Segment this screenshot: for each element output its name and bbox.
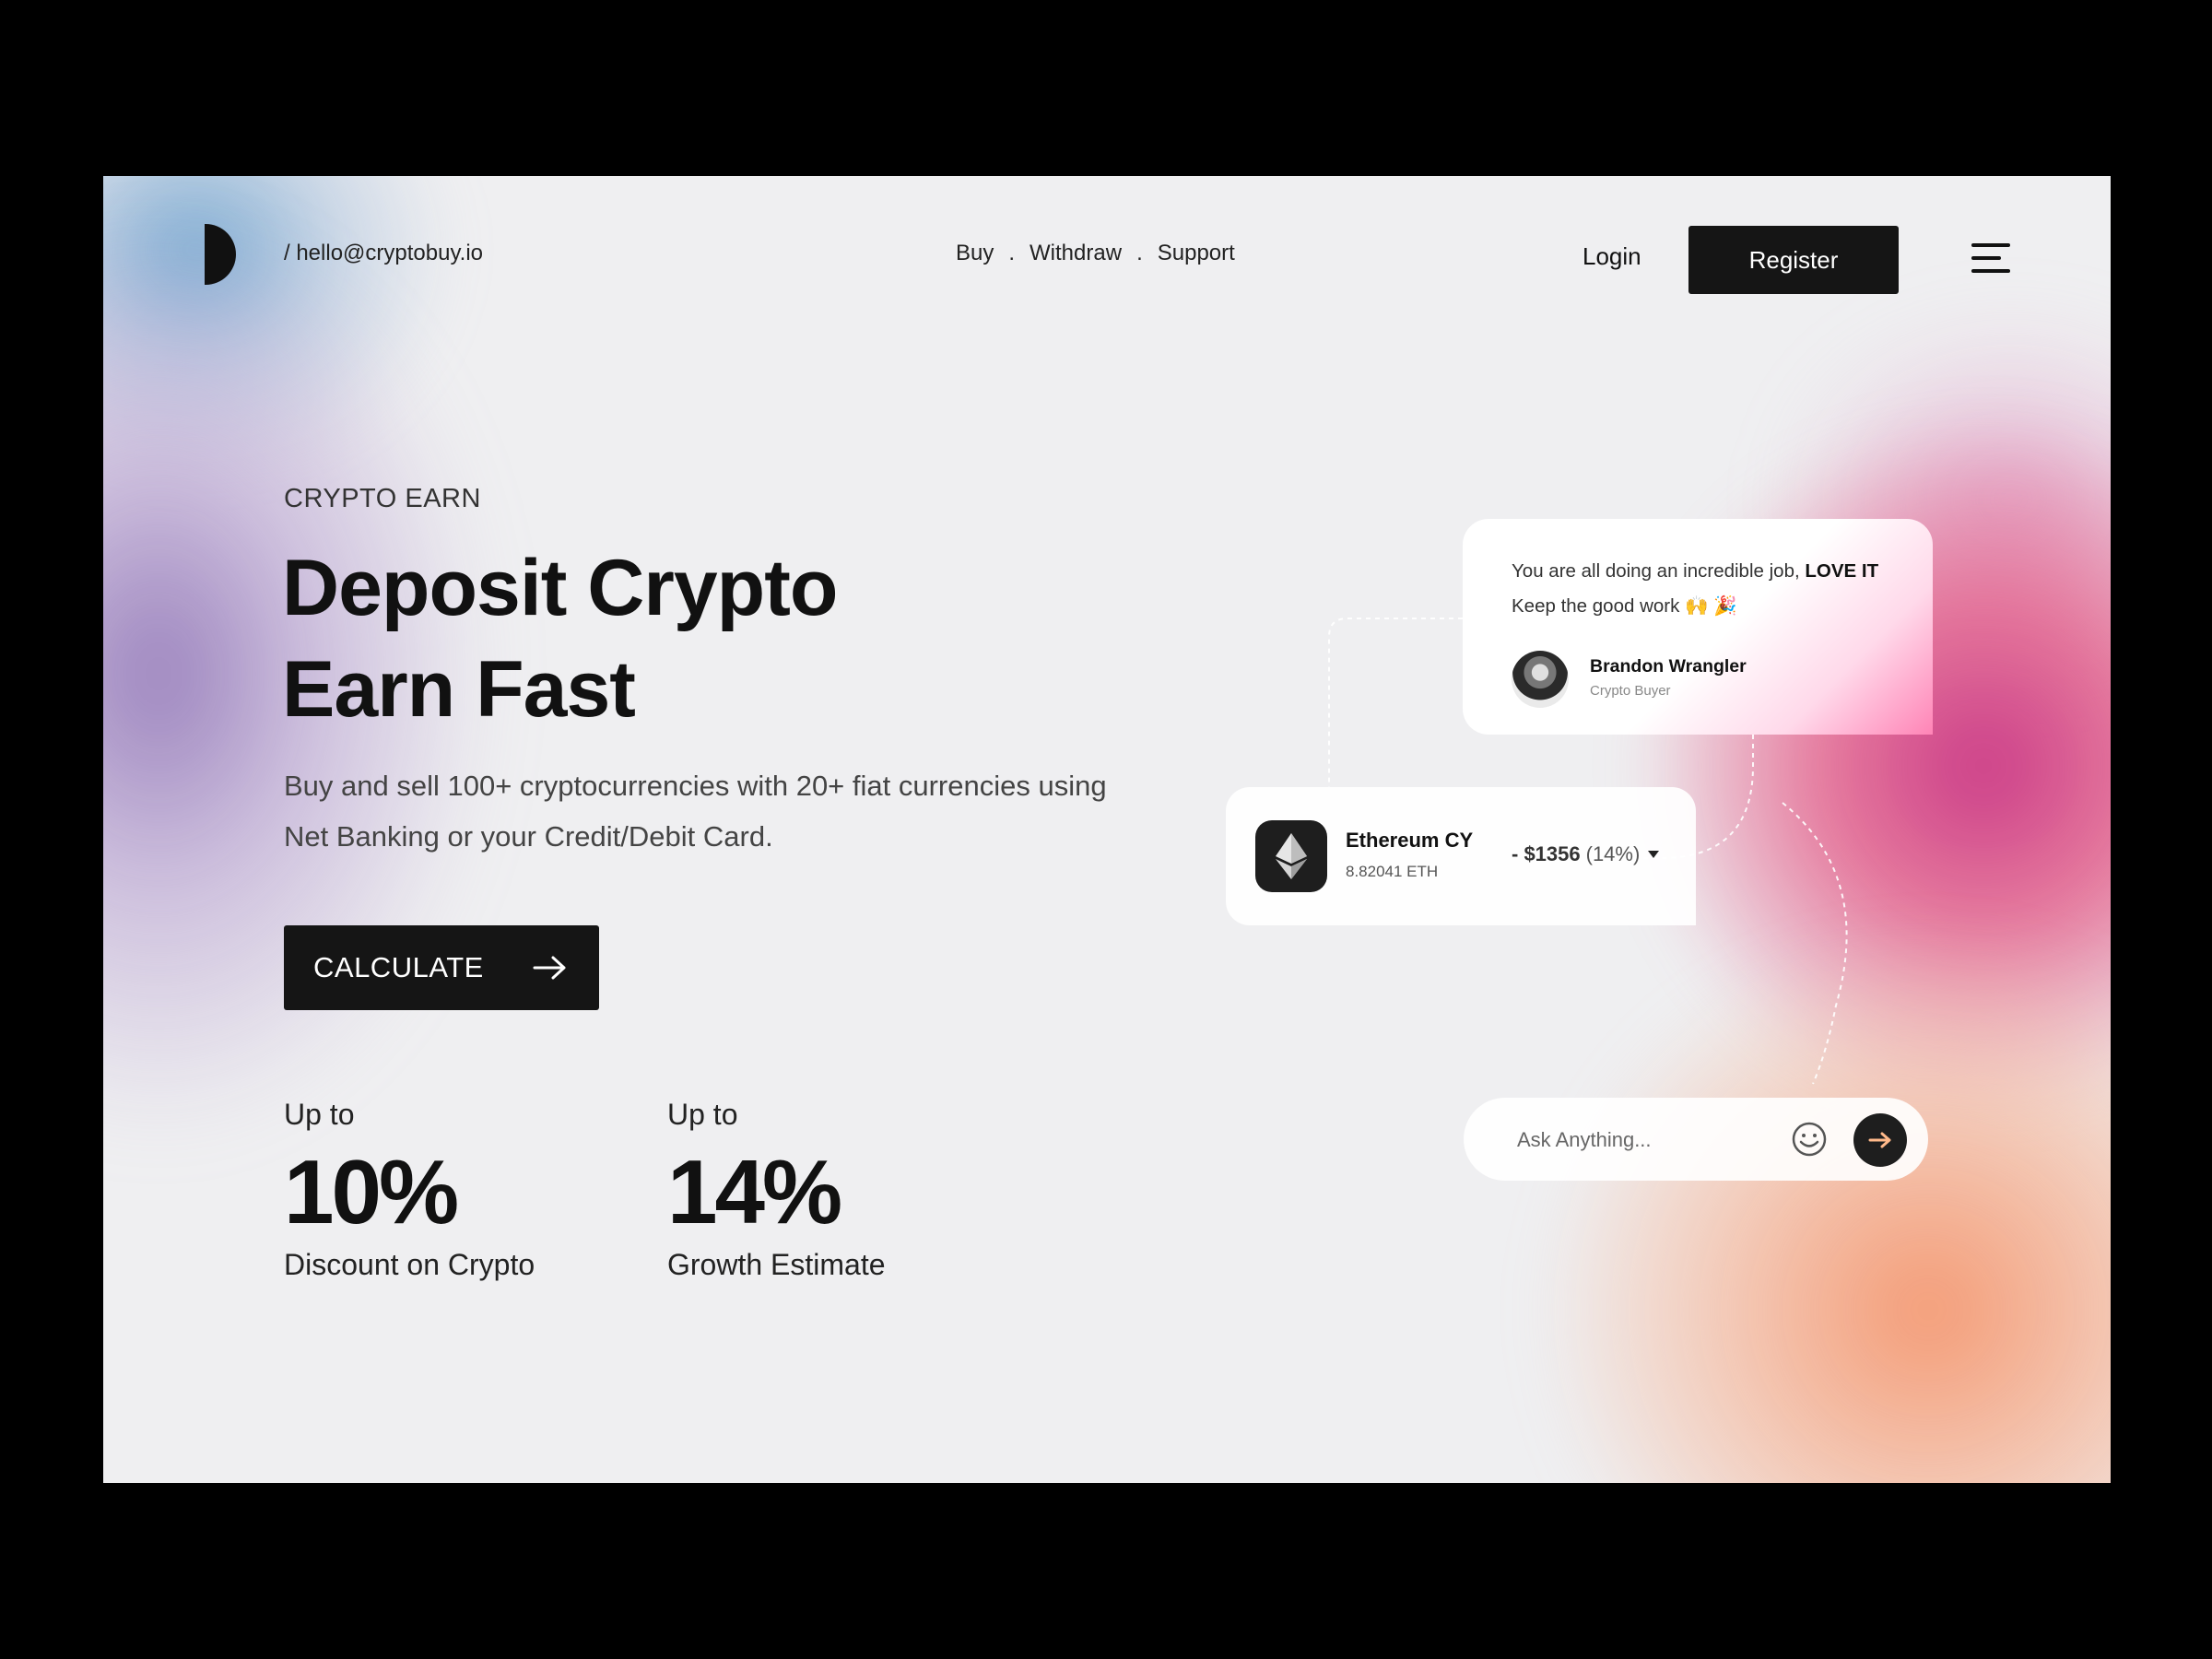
stat-prefix: Up to	[284, 1098, 355, 1131]
arrow-right-icon	[533, 956, 566, 980]
nav-item-support[interactable]: Support	[1158, 241, 1235, 266]
testimonial-card: You are all doing an incredible job, LOV…	[1463, 519, 1933, 735]
contact-email[interactable]: / hello@cryptobuy.io	[284, 241, 483, 266]
testimonial-text-line2: Keep the good work	[1512, 595, 1680, 617]
gradient-blob-orange	[1541, 932, 2111, 1483]
nav-separator: .	[1136, 241, 1143, 265]
ask-anything-input[interactable]	[1515, 1120, 1795, 1160]
smiley-icon[interactable]	[1791, 1121, 1828, 1158]
nav-item-withdraw[interactable]: Withdraw	[1030, 241, 1122, 266]
calculate-button[interactable]: CALCULATE	[284, 925, 599, 1010]
hamburger-menu-icon[interactable]	[1971, 243, 2010, 273]
stat-value: 10%	[284, 1141, 459, 1242]
testimonial-name: Brandon Wrangler	[1590, 656, 1747, 677]
coin-change: - $1356 (14%)	[1512, 842, 1660, 866]
coin-change-value: - $1356	[1512, 842, 1581, 865]
gradient-blob-blue	[103, 176, 453, 471]
arrow-right-icon	[1868, 1132, 1891, 1148]
testimonial-text: You are all doing an incredible job, LOV…	[1512, 554, 1917, 624]
coin-card[interactable]: Ethereum CY 8.82041 ETH - $1356 (14%)	[1226, 787, 1696, 925]
stat-growth: Up to 14% Growth Estimate	[667, 1098, 886, 1282]
nav-separator: .	[1008, 241, 1016, 265]
hero-eyebrow: CRYPTO EARN	[284, 484, 481, 513]
logo-mark	[205, 224, 236, 285]
avatar	[1512, 651, 1569, 708]
coin-change-percent: (14%)	[1585, 842, 1641, 865]
calculate-label: CALCULATE	[313, 951, 484, 983]
hero-headline: Deposit Crypto Earn Fast	[282, 537, 838, 740]
coin-amount: 8.82041 ETH	[1346, 863, 1439, 880]
testimonial-text-bold: LOVE IT	[1805, 560, 1879, 582]
login-button[interactable]: Login	[1583, 242, 1641, 271]
register-label: Register	[1748, 245, 1839, 274]
send-button[interactable]	[1853, 1113, 1907, 1167]
stat-prefix: Up to	[667, 1098, 738, 1131]
stat-discount: Up to 10% Discount on Crypto	[284, 1098, 535, 1282]
testimonial-text-part: You are all doing an incredible job,	[1512, 560, 1800, 582]
headline-line-1: Deposit Crypto	[282, 544, 838, 632]
stat-label: Discount on Crypto	[284, 1248, 535, 1281]
landing-page: / hello@cryptobuy.io Buy . Withdraw . Su…	[103, 176, 2111, 1483]
register-button[interactable]: Register	[1688, 226, 1899, 294]
ethereum-icon	[1255, 820, 1327, 892]
caret-down-icon[interactable]	[1647, 850, 1660, 859]
coin-name: Ethereum CY	[1346, 829, 1474, 852]
nav-item-buy[interactable]: Buy	[956, 241, 994, 266]
testimonial-role: Crypto Buyer	[1590, 683, 1671, 699]
stat-value: 14%	[667, 1141, 842, 1242]
main-nav: Buy . Withdraw . Support	[956, 241, 1235, 266]
logo[interactable]	[205, 224, 236, 285]
chat-bar	[1464, 1098, 1928, 1181]
stat-label: Growth Estimate	[667, 1248, 886, 1281]
testimonial-emojis: 🙌 🎉	[1685, 595, 1737, 617]
hero-description: Buy and sell 100+ cryptocurrencies with …	[284, 770, 1107, 853]
headline-line-2: Earn Fast	[282, 645, 636, 734]
